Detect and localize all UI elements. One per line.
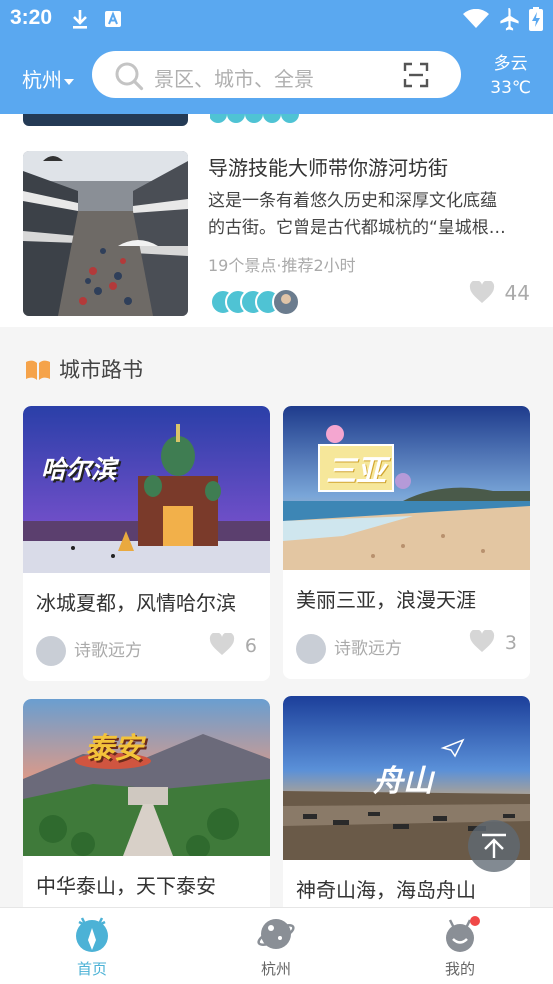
card-author[interactable]: 诗歌远方: [36, 636, 142, 666]
card-image[interactable]: 哈尔滨: [23, 406, 270, 573]
previous-route-image[interactable]: [23, 114, 188, 126]
card-title: 美丽三亚，浪漫天涯: [296, 588, 476, 612]
main-content[interactable]: 导游技能大师带你游河坊街 这是一条有着悠久历史和深厚文化底蕴 的古街。它曾是古代…: [0, 114, 553, 907]
chevron-down-icon: [64, 78, 74, 85]
heart-icon: [209, 632, 235, 655]
weather-temperature: 33℃: [490, 78, 531, 98]
avatar: [296, 634, 326, 664]
heart-icon: [469, 629, 495, 652]
tab-label: 我的: [444, 960, 475, 978]
avatar: [36, 636, 66, 666]
card-image[interactable]: 泰安: [23, 699, 270, 856]
card-image-caption: 舟山: [373, 764, 433, 799]
card-like[interactable]: 6: [209, 632, 257, 657]
notification-badge: [470, 916, 480, 926]
route-image[interactable]: [23, 151, 188, 316]
route-description-line: 的古街。它曾是古代都城杭的“皇城根…: [208, 218, 506, 238]
bottom-tab-bar: 首页 杭州 我的: [0, 907, 553, 984]
planet-icon: [256, 914, 296, 954]
card-image-caption: 哈尔滨: [41, 455, 117, 484]
airplane-icon: [498, 7, 520, 35]
arrow-up-icon: [482, 833, 506, 858]
tab-city[interactable]: 杭州: [216, 914, 336, 979]
city-selector[interactable]: 杭州: [22, 64, 74, 93]
book-icon: [26, 360, 50, 380]
section-title: 城市路书: [59, 358, 143, 382]
route-description-line: 这是一条有着悠久历史和深厚文化底蕴: [208, 191, 497, 211]
search-bar[interactable]: 景区、城市、全景: [92, 51, 461, 98]
card-title: 中华泰山，天下泰安: [36, 874, 216, 898]
search-icon: [114, 61, 144, 95]
route-like-count: 44: [504, 281, 530, 305]
route-meta: 19个景点·推荐2小时: [208, 256, 356, 275]
card-author[interactable]: 诗歌远方: [296, 634, 402, 664]
tab-label: 杭州: [260, 960, 291, 978]
card-image-caption: 三亚: [318, 444, 394, 492]
route-like[interactable]: 44: [469, 280, 530, 305]
battery-charging-icon: [529, 7, 543, 35]
scan-icon[interactable]: [403, 62, 429, 92]
author-name: 诗歌远方: [334, 639, 402, 659]
previous-route-avatars: [210, 114, 299, 123]
guide-avatars: [210, 288, 300, 316]
author-name: 诗歌远方: [74, 641, 142, 661]
card-image[interactable]: 三亚: [283, 406, 530, 570]
route-list: 导游技能大师带你游河坊街 这是一条有着悠久历史和深厚文化底蕴 的古街。它曾是古代…: [0, 114, 553, 327]
download-icon: [70, 8, 90, 34]
tab-label: 首页: [76, 960, 107, 978]
city-label: 杭州: [22, 68, 62, 92]
route-description: 这是一条有着悠久历史和深厚文化底蕴 的古街。它曾是古代都城杭的“皇城根…: [208, 188, 528, 242]
route-title[interactable]: 导游技能大师带你游河坊街: [208, 152, 448, 181]
tab-home[interactable]: 首页: [32, 914, 152, 979]
deer-icon: [72, 914, 112, 954]
roadbook-card[interactable]: 泰安 中华泰山，天下泰安: [23, 699, 270, 907]
top-header: 杭州 景区、城市、全景 多云 33℃: [0, 38, 553, 114]
tab-mine[interactable]: 我的: [400, 914, 520, 979]
status-time: 3:20: [10, 6, 53, 29]
text-a-icon: [104, 10, 122, 32]
weather-widget[interactable]: 多云 33℃: [490, 52, 531, 100]
wifi-icon: [462, 8, 490, 33]
card-image-caption: 泰安: [85, 731, 144, 765]
weather-condition: 多云: [493, 54, 528, 74]
roadbook-card[interactable]: 舟山 神奇山海，海岛舟山: [283, 696, 530, 907]
search-input[interactable]: 景区、城市、全景: [154, 63, 314, 92]
profile-deer-icon: [440, 914, 480, 954]
roadbook-card[interactable]: 哈尔滨 冰城夏都，风情哈尔滨 诗歌远方 6: [23, 406, 270, 681]
roadbook-card[interactable]: 三亚 美丽三亚，浪漫天涯 诗歌远方 3: [283, 406, 530, 679]
like-count: 6: [244, 635, 257, 657]
back-to-top-button[interactable]: [468, 820, 520, 872]
card-title: 神奇山海，海岛舟山: [296, 878, 476, 902]
heart-icon: [469, 280, 494, 303]
section-heading: 城市路书: [25, 354, 143, 384]
status-bar: 3:20: [0, 0, 553, 38]
card-title: 冰城夏都，风情哈尔滨: [36, 591, 236, 615]
card-like[interactable]: 3: [469, 629, 517, 654]
like-count: 3: [504, 632, 517, 654]
